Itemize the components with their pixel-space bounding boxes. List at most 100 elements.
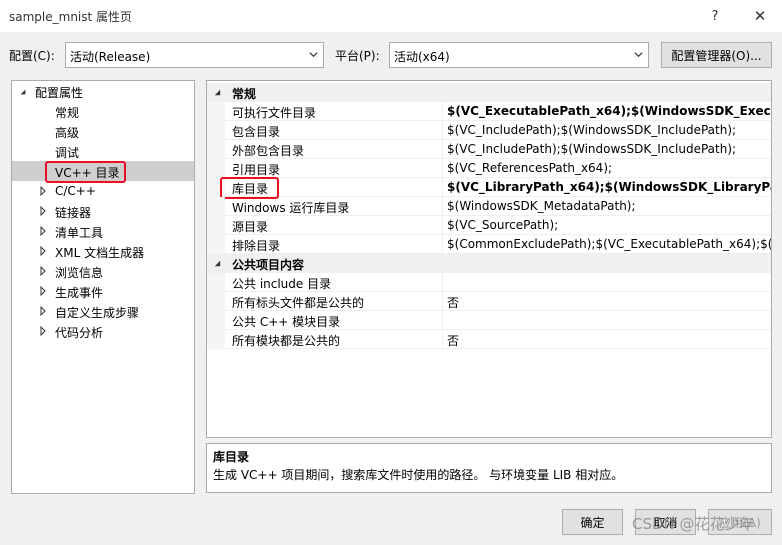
row-gutter (207, 273, 225, 292)
property-value[interactable]: $(WindowsSDK_MetadataPath); (447, 199, 636, 213)
property-row[interactable]: Windows 运行库目录 $(WindowsSDK_MetadataPath)… (207, 197, 771, 216)
row-gutter (207, 292, 225, 311)
property-value[interactable]: 否 (447, 294, 459, 311)
property-value[interactable]: $(CommonExcludePath);$(VC_ExecutablePath… (447, 237, 771, 251)
row-gutter (207, 235, 225, 254)
property-value[interactable]: $(VC_LibraryPath_x64);$(WindowsSDK_Libra… (447, 180, 771, 194)
property-name: 引用目录 (232, 163, 281, 177)
watermark: CSDN @花花少年 (632, 515, 755, 533)
property-name: 可执行文件目录 (232, 106, 317, 120)
tree-item-code-analysis[interactable]: 代码分析 (12, 321, 194, 341)
description-panel: 库目录 生成 VC++ 项目期间，搜索库文件时使用的路径。 与环境变量 LIB … (206, 443, 772, 493)
tree-item-xml-doc[interactable]: XML 文档生成器 (12, 241, 194, 261)
chevron-down-icon (634, 52, 643, 58)
config-select-value: 活动(Release) (70, 50, 151, 64)
platform-label: 平台(P): (335, 49, 380, 63)
column-divider (442, 216, 443, 235)
row-gutter (207, 330, 225, 349)
tree-root-config-properties[interactable]: 配置属性 (12, 81, 194, 101)
description-title: 库目录 (213, 450, 250, 464)
row-gutter (207, 102, 225, 121)
property-row[interactable]: 外部包含目录 $(VC_IncludePath);$(WindowsSDK_In… (207, 140, 771, 159)
property-row[interactable]: 所有模块都是公共的 否 (207, 330, 771, 349)
column-divider (442, 292, 443, 311)
platform-select[interactable]: 活动(x64) (389, 42, 649, 68)
property-value[interactable]: $(VC_IncludePath);$(WindowsSDK_IncludePa… (447, 123, 736, 137)
expanded-triangle-icon (214, 89, 221, 96)
collapsed-triangle-icon (40, 286, 46, 296)
title-bar: sample_mnist 属性页 ? ✕ (0, 0, 782, 32)
tree-item-label: C/C++ (55, 184, 96, 198)
property-name: 公共 include 目录 (232, 277, 332, 291)
help-button[interactable]: ? (700, 6, 730, 26)
tree-item-label: 自定义生成步骤 (55, 306, 140, 320)
property-value[interactable]: $(VC_SourcePath); (447, 218, 558, 232)
collapsed-triangle-icon (40, 326, 46, 336)
tree-item-browse-info[interactable]: 浏览信息 (12, 261, 194, 281)
category-label: 公共项目内容 (232, 258, 305, 272)
collapsed-triangle-icon (40, 206, 46, 216)
tree-item-cpp[interactable]: C/C++ (12, 181, 194, 201)
column-divider (442, 102, 443, 121)
category-label: 常规 (232, 87, 257, 101)
property-name: 外部包含目录 (232, 144, 305, 158)
column-divider (442, 273, 443, 292)
highlight-box (45, 161, 126, 183)
column-divider (442, 235, 443, 254)
tree-item-custom-build[interactable]: 自定义生成步骤 (12, 301, 194, 321)
row-gutter (207, 197, 225, 216)
category-public-project-content[interactable]: 公共项目内容 (207, 254, 771, 273)
column-divider (442, 178, 443, 197)
row-gutter (207, 216, 225, 235)
property-row[interactable]: 可执行文件目录 $(VC_ExecutablePath_x64);$(Windo… (207, 102, 771, 121)
tree-item-build-events[interactable]: 生成事件 (12, 281, 194, 301)
column-divider (442, 159, 443, 178)
tree-item-manifest-tool[interactable]: 清单工具 (12, 221, 194, 241)
tree-item-label: XML 文档生成器 (55, 246, 145, 260)
column-divider (442, 311, 443, 330)
platform-select-value: 活动(x64) (394, 50, 450, 64)
collapsed-triangle-icon (40, 246, 46, 256)
property-row[interactable]: 引用目录 $(VC_ReferencesPath_x64); (207, 159, 771, 178)
tree-item-label: 高级 (55, 126, 80, 140)
close-button[interactable]: ✕ (745, 6, 775, 26)
property-name: 源目录 (232, 220, 269, 234)
tree-item-label: 链接器 (55, 206, 92, 220)
property-name: Windows 运行库目录 (232, 201, 350, 215)
config-select[interactable]: 活动(Release) (65, 42, 324, 68)
collapsed-triangle-icon (40, 266, 46, 276)
tree-item-advanced[interactable]: 高级 (12, 121, 194, 141)
property-name: 排除目录 (232, 239, 281, 253)
row-gutter (207, 121, 225, 140)
property-value[interactable]: $(VC_ExecutablePath_x64);$(WindowsSDK_Ex… (447, 104, 771, 118)
row-gutter (207, 140, 225, 159)
property-row[interactable]: 所有标头文件都是公共的 否 (207, 292, 771, 311)
property-value[interactable]: $(VC_ReferencesPath_x64); (447, 161, 612, 175)
property-row[interactable]: 公共 C++ 模块目录 (207, 311, 771, 330)
property-row-library-dirs[interactable]: 库目录 $(VC_LibraryPath_x64);$(WindowsSDK_L… (207, 178, 771, 197)
property-name: 所有标头文件都是公共的 (232, 296, 365, 310)
tree-item-general[interactable]: 常规 (12, 101, 194, 121)
tree-item-label: 常规 (55, 106, 80, 120)
property-value[interactable]: $(VC_IncludePath);$(WindowsSDK_IncludePa… (447, 142, 736, 156)
property-name: 所有模块都是公共的 (232, 334, 341, 348)
collapsed-triangle-icon (40, 186, 46, 196)
window-title: sample_mnist 属性页 (9, 10, 133, 24)
property-value[interactable]: 否 (447, 332, 459, 349)
property-row[interactable]: 排除目录 $(CommonExcludePath);$(VC_Executabl… (207, 235, 771, 254)
expanded-triangle-icon (20, 89, 26, 95)
property-row[interactable]: 源目录 $(VC_SourcePath); (207, 216, 771, 235)
tree-item-label: 清单工具 (55, 226, 104, 240)
category-general[interactable]: 常规 (207, 83, 771, 102)
ok-button[interactable]: 确定 (562, 509, 623, 535)
property-row[interactable]: 公共 include 目录 (207, 273, 771, 292)
tree-item-label: 代码分析 (55, 326, 104, 340)
tree-item-debugging[interactable]: 调试 (12, 141, 194, 161)
property-name: 公共 C++ 模块目录 (232, 315, 341, 329)
column-divider (442, 121, 443, 140)
property-row[interactable]: 包含目录 $(VC_IncludePath);$(WindowsSDK_Incl… (207, 121, 771, 140)
tree-item-linker[interactable]: 链接器 (12, 201, 194, 221)
config-manager-button[interactable]: 配置管理器(O)... (661, 42, 772, 68)
description-text: 生成 VC++ 项目期间，搜索库文件时使用的路径。 与环境变量 LIB 相对应。 (213, 468, 624, 482)
tree-item-label: 生成事件 (55, 286, 104, 300)
